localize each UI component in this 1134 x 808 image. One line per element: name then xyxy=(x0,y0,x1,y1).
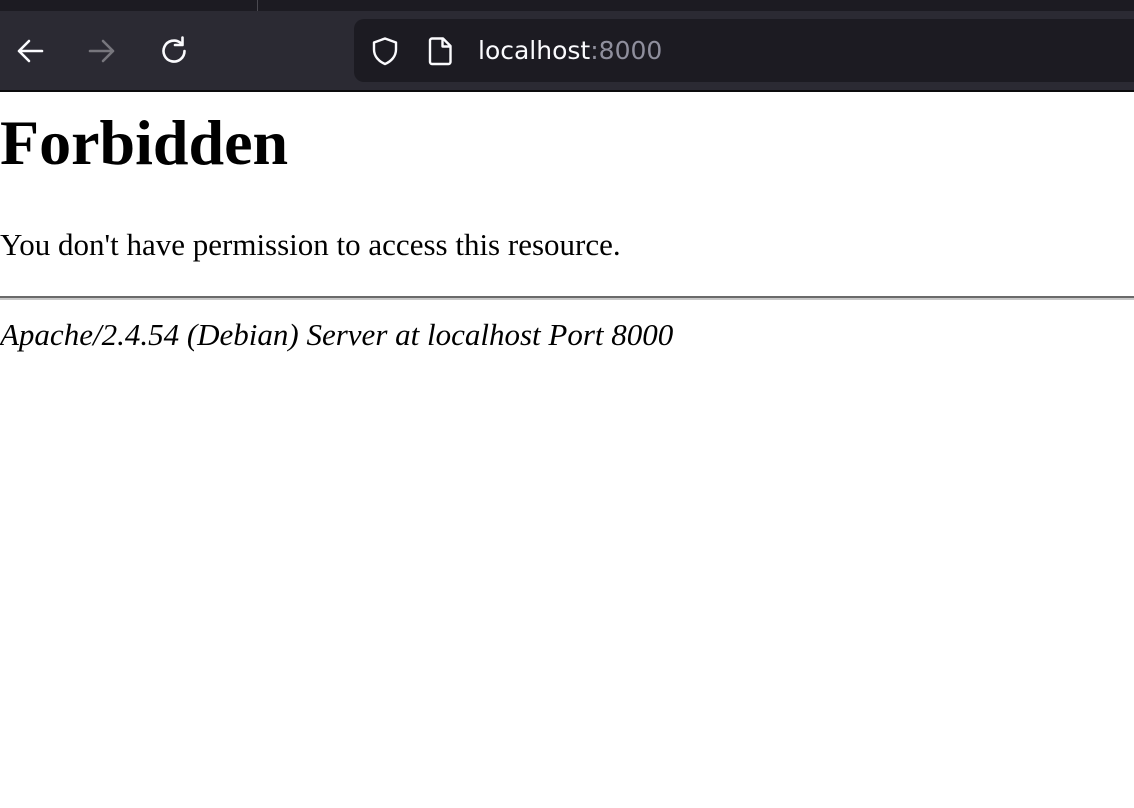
server-signature: Apache/2.4.54 (Debian) Server at localho… xyxy=(0,317,674,352)
tab-separator xyxy=(257,0,258,11)
navigation-toolbar: localhost:8000 xyxy=(0,11,1134,91)
tracking-protection-button[interactable] xyxy=(370,36,400,66)
back-button[interactable] xyxy=(8,29,52,73)
arrow-left-icon xyxy=(17,39,44,63)
horizontal-rule xyxy=(0,296,1134,300)
site-info-button[interactable] xyxy=(426,36,456,66)
page-icon xyxy=(428,37,452,66)
page-content: Forbidden You don't have permission to a… xyxy=(0,92,1134,808)
url-text[interactable]: localhost:8000 xyxy=(478,35,662,67)
arrow-right-icon xyxy=(88,39,115,63)
forward-button[interactable] xyxy=(80,29,124,73)
browser-chrome: localhost:8000 xyxy=(0,0,1134,92)
reload-button[interactable] xyxy=(152,29,196,73)
page-title: Forbidden xyxy=(0,107,289,178)
reload-icon xyxy=(162,36,186,63)
error-message: You don't have permission to access this… xyxy=(0,227,621,262)
url-port: :8000 xyxy=(590,36,663,65)
tab-strip xyxy=(0,0,1134,11)
url-host: localhost xyxy=(478,36,591,65)
shield-icon xyxy=(372,37,398,66)
address-bar[interactable]: localhost:8000 xyxy=(354,19,1134,82)
